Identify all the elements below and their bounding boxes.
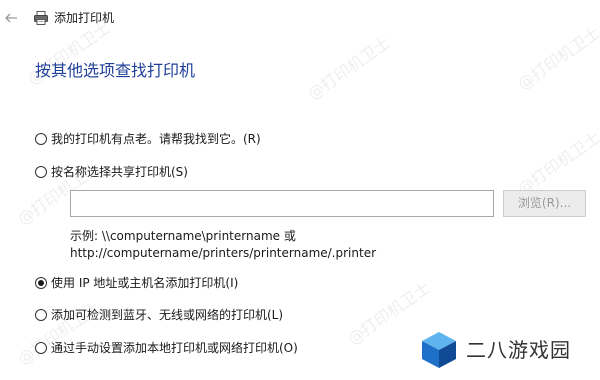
option-label: 我的打印机有点老。请帮我找到它。(R) [51, 132, 261, 146]
option-printer-is-old[interactable]: 我的打印机有点老。请帮我找到它。(R) [35, 131, 261, 147]
printer-icon [34, 11, 48, 25]
browse-button[interactable]: 浏览(R)... [503, 190, 586, 217]
page-heading: 按其他选项查找打印机 [35, 61, 196, 80]
option-label: 按名称选择共享打印机(S) [51, 165, 188, 179]
watermark: @打印机卫士 [304, 32, 394, 104]
radio-button[interactable] [35, 309, 47, 321]
back-arrow-icon[interactable] [3, 10, 19, 26]
window-title: 添加打印机 [54, 11, 115, 25]
radio-button[interactable] [35, 166, 47, 178]
cube-logo-icon [422, 332, 456, 368]
option-label: 添加可检测到蓝牙、无线或网络的打印机(L) [51, 308, 284, 322]
example-line-1: 示例: \\computername\printername 或 [70, 229, 296, 243]
title-bar: 添加打印机 [0, 0, 600, 36]
radio-button-selected[interactable] [35, 277, 47, 289]
option-add-discoverable-printer[interactable]: 添加可检测到蓝牙、无线或网络的打印机(L) [35, 307, 283, 323]
site-logo: 二八游戏园 [420, 330, 571, 370]
radio-button[interactable] [35, 342, 47, 354]
watermark: @打印机卫士 [514, 127, 600, 199]
watermark: @打印机卫士 [14, 297, 104, 369]
radio-button[interactable] [35, 133, 47, 145]
option-label: 通过手动设置添加本地打印机或网络打印机(O) [51, 341, 298, 355]
logo-text: 二八游戏园 [466, 338, 571, 362]
option-add-by-ip[interactable]: 使用 IP 地址或主机名添加打印机(I) [35, 275, 238, 291]
shared-printer-name-input[interactable] [70, 190, 494, 217]
option-select-shared-printer[interactable]: 按名称选择共享打印机(S) [35, 164, 188, 180]
option-label: 使用 IP 地址或主机名添加打印机(I) [51, 276, 239, 290]
option-manual-setup[interactable]: 通过手动设置添加本地打印机或网络打印机(O) [35, 340, 298, 356]
example-text: 示例: \\computername\printername 或 http://… [70, 228, 376, 262]
example-line-2: http://computername/printers/printername… [70, 246, 377, 260]
